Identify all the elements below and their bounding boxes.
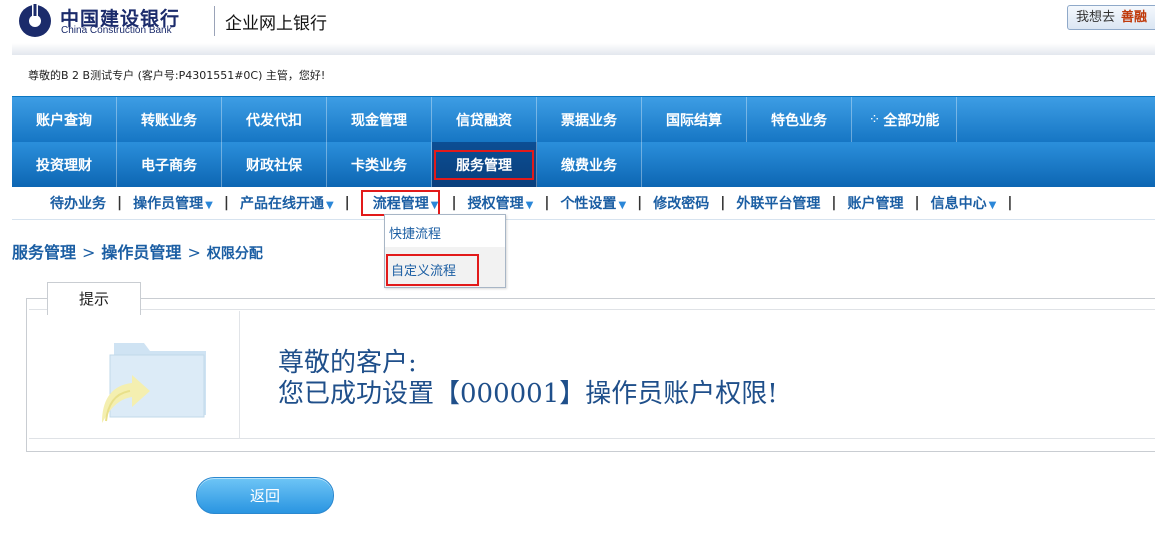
breadcrumb-permission-assignment: 权限分配 [206, 246, 263, 262]
subnav-account-management[interactable]: 账户管理 [848, 193, 904, 213]
nav-item-e-commerce[interactable]: 电子商务 [117, 142, 222, 187]
subnav-change-password[interactable]: 修改密码 [653, 193, 709, 213]
nav-item-fee-payment[interactable]: 缴费业务 [537, 142, 642, 187]
nav-item-label: 代发代扣 [246, 112, 302, 129]
subnav-separator: | [117, 195, 123, 211]
nav-item-label: 票据业务 [561, 112, 617, 129]
ccb-logo-icon [19, 4, 51, 37]
want-go-link[interactable]: 善融 [1121, 10, 1147, 25]
process-management-dropdown: 快捷流程 自定义流程 [384, 214, 506, 288]
subnav-separator: | [451, 195, 457, 211]
breadcrumb-chevron-icon: > [187, 243, 201, 262]
want-go-label: 我想去 [1076, 10, 1116, 25]
nav-item-international-settlement[interactable]: 国际结算 [642, 97, 747, 142]
nav-item-special-services[interactable]: 特色业务 [747, 97, 852, 142]
all-functions-icon: ⁘ [868, 111, 881, 128]
message-line-1: 尊敬的客户: [278, 348, 417, 378]
subnav-separator: | [1007, 195, 1013, 211]
breadcrumb-service-management[interactable]: 服务管理 [12, 243, 76, 262]
subnav-label: 个性设置 [560, 196, 617, 212]
nav-item-label: 服务管理 [434, 149, 534, 180]
page: 中国建设银行 China Construction Bank 企业网上银行 我想… [0, 0, 1155, 540]
notice-divider [239, 311, 240, 439]
nav-item-label: 电子商务 [141, 157, 197, 174]
subnav-label: 授权管理 [467, 196, 524, 212]
dropdown-arrow-icon: ▼ [618, 200, 627, 211]
want-go-dropdown[interactable]: 我想去 善融 [1067, 5, 1155, 30]
subnav-separator: | [637, 195, 643, 211]
nav-item-label: 缴费业务 [561, 157, 617, 174]
nav-item-fiscal-social-security[interactable]: 财政社保 [222, 142, 327, 187]
subnav-pending-tasks[interactable]: 待办业务 [50, 193, 106, 213]
subnav-operator-management[interactable]: 操作员管理 ▼ [133, 193, 213, 213]
dropdown-item-quick-process[interactable]: 快捷流程 [389, 223, 441, 242]
breadcrumb: 服务管理 > 操作员管理 > 权限分配 [12, 239, 263, 263]
back-button[interactable]: 返回 [196, 477, 334, 514]
main-nav-row-2: 投资理财 电子商务 财政社保 卡类业务 服务管理 缴费业务 [12, 142, 1155, 187]
subnav-separator: | [720, 195, 726, 211]
nav-item-credit-financing[interactable]: 信贷融资 [432, 97, 537, 142]
nav-item-card-services[interactable]: 卡类业务 [327, 142, 432, 187]
dropdown-item-custom-process[interactable]: 自定义流程 [386, 254, 479, 286]
subnav-separator: | [344, 195, 350, 211]
dropdown-arrow-icon: ▼ [205, 200, 213, 211]
header-divider [214, 6, 215, 36]
sub-nav: 待办业务 | 操作员管理 ▼ | 产品在线开通 ▼ | 流程管理 ▼ | 授权管理 ▼ … [12, 187, 1155, 220]
message-line-2: 您已成功设置【000001】操作员账户权限! [278, 379, 778, 409]
nav-item-service-management[interactable]: 服务管理 [432, 142, 537, 187]
nav-item-label: 账户查询 [36, 112, 92, 129]
subnav-label: 外联平台管理 [736, 196, 821, 212]
nav-item-investment[interactable]: 投资理财 [12, 142, 117, 187]
subnav-external-platform-management[interactable]: 外联平台管理 [736, 193, 820, 213]
dropdown-arrow-icon: ▼ [988, 200, 997, 211]
nav-item-label: 财政社保 [246, 157, 302, 174]
subnav-separator: | [544, 195, 550, 211]
nav-item-payroll[interactable]: 代发代扣 [222, 97, 327, 142]
subnav-label: 修改密码 [653, 196, 710, 212]
nav-item-label: 转账业务 [141, 112, 197, 129]
subnav-label: 产品在线开通 [239, 196, 324, 212]
subnav-separator: | [831, 195, 837, 211]
nav-item-cash-management[interactable]: 现金管理 [327, 97, 432, 142]
notice-tab: 提示 [47, 282, 141, 315]
subnav-label: 操作员管理 [133, 196, 204, 212]
nav-item-label: 特色业务 [771, 112, 827, 129]
nav-item-label: 投资理财 [36, 157, 92, 174]
subnav-label: 信息中心 [930, 196, 987, 212]
nav-item-label: 信贷融资 [456, 112, 512, 129]
nav-item-label: 国际结算 [666, 112, 722, 129]
subnav-authorization-management[interactable]: 授权管理 ▼ [468, 193, 534, 213]
subnav-label: 待办业务 [50, 196, 106, 212]
nav-item-all-functions[interactable]: ⁘ 全部功能 [852, 97, 957, 142]
subnav-separator: | [914, 195, 920, 211]
nav-item-label: 全部功能 [883, 112, 940, 129]
nav-item-transfer[interactable]: 转账业务 [117, 97, 222, 142]
subnav-product-online-activation[interactable]: 产品在线开通 ▼ [240, 193, 334, 213]
folder-success-icon [102, 343, 206, 423]
nav-item-account-query[interactable]: 账户查询 [12, 97, 117, 142]
nav-item-bills[interactable]: 票据业务 [537, 97, 642, 142]
subnav-process-management[interactable]: 流程管理 ▼ [360, 190, 441, 216]
subnav-personal-settings[interactable]: 个性设置 ▼ [560, 193, 626, 213]
subnav-separator: | [223, 195, 229, 211]
bank-name-en: China Construction Bank [61, 25, 172, 36]
dropdown-arrow-icon: ▼ [325, 200, 334, 211]
header: 中国建设银行 China Construction Bank 企业网上银行 我想… [0, 0, 1155, 42]
subnav-label: 流程管理 [372, 196, 429, 212]
subnav-message-center[interactable]: 信息中心 ▼ [931, 193, 997, 213]
success-message: 尊敬的客户: 您已成功设置【000001】操作员账户权限! [278, 348, 778, 410]
dropdown-arrow-icon: ▼ [430, 200, 439, 211]
dropdown-arrow-icon: ▼ [525, 200, 534, 211]
main-nav: 账户查询 转账业务 代发代扣 现金管理 信贷融资 票据业务 国际结算 特色业务 … [12, 96, 1155, 187]
nav-item-label: 卡类业务 [351, 157, 407, 174]
nav-item-label: 现金管理 [351, 112, 407, 129]
site-subtitle: 企业网上银行 [225, 14, 327, 34]
breadcrumb-operator-management[interactable]: 操作员管理 [101, 243, 181, 262]
subnav-label: 账户管理 [847, 196, 904, 212]
main-nav-row-1: 账户查询 转账业务 代发代扣 现金管理 信贷融资 票据业务 国际结算 特色业务 … [12, 97, 1155, 142]
header-shadow-bar [12, 43, 1155, 55]
breadcrumb-chevron-icon: > [82, 243, 96, 262]
greeting-text: 尊敬的B 2 B测试专户 (客户号:P4301551#0C) 主管，您好! [28, 69, 326, 82]
